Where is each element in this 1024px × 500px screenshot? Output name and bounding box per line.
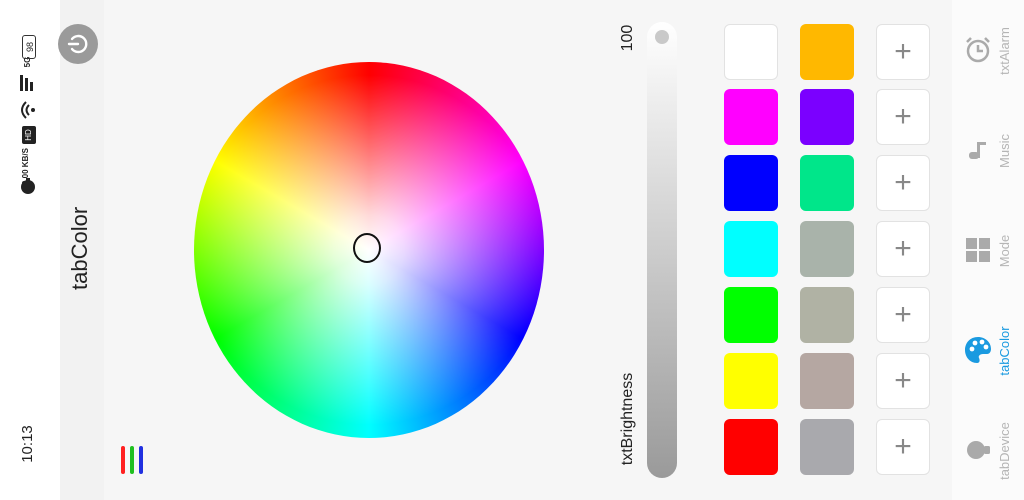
nav-item-label: tabDevice — [997, 422, 1012, 480]
add-color-button[interactable]: + — [876, 221, 930, 277]
color-swatch[interactable] — [800, 353, 854, 409]
plus-icon: + — [894, 166, 912, 199]
color-swatch[interactable] — [800, 221, 854, 277]
bulb-icon — [962, 434, 994, 466]
grid-icon — [962, 234, 994, 266]
palette-icon — [962, 334, 994, 366]
brightness-slider-thumb[interactable] — [655, 30, 669, 44]
rgb-icon[interactable] — [118, 444, 148, 476]
color-swatch[interactable] — [724, 24, 778, 80]
color-swatch[interactable] — [724, 221, 778, 277]
brightness-label: txtBrightness — [619, 372, 636, 466]
plus-icon: + — [894, 100, 912, 133]
color-swatch[interactable] — [800, 89, 854, 145]
color-swatch[interactable] — [724, 89, 778, 145]
nav-item-tabcolor[interactable]: tabColor — [952, 300, 1024, 400]
color-swatch[interactable] — [724, 287, 778, 343]
page-title: tabColor — [67, 206, 92, 290]
nav-item-label: Music — [997, 134, 1012, 168]
hd-icon: HD — [22, 126, 36, 144]
add-color-button[interactable]: + — [876, 155, 930, 211]
power-button[interactable] — [58, 24, 98, 64]
plus-icon: + — [894, 364, 912, 397]
status-bar: 10:13 0.00 KB/S HD 5G 98 — [0, 0, 60, 500]
color-swatch[interactable] — [800, 24, 854, 80]
color-swatch[interactable] — [724, 419, 778, 475]
nav-item-label: Mode — [997, 234, 1012, 268]
signal-icon — [20, 75, 33, 91]
nav-item-tabdevice[interactable]: tabDevice — [952, 400, 1024, 500]
plus-icon: + — [894, 232, 912, 265]
color-swatch[interactable] — [724, 155, 778, 211]
nav-item-label: txtAlarm — [997, 27, 1012, 75]
wifi-icon — [21, 101, 35, 119]
timer-icon — [21, 178, 35, 194]
add-color-button[interactable]: + — [876, 287, 930, 343]
add-color-button[interactable]: + — [876, 419, 930, 475]
plus-icon: + — [894, 298, 912, 331]
nav-item-txtalarm[interactable]: txtAlarm — [952, 0, 1024, 100]
nav-item-mode[interactable]: Mode — [952, 200, 1024, 300]
nav-item-music[interactable]: Music — [952, 100, 1024, 200]
battery-indicator: 98 — [22, 35, 36, 59]
alarm-clock-icon — [962, 34, 994, 66]
nav-item-label: tabColor — [997, 326, 1012, 376]
color-swatch[interactable] — [800, 419, 854, 475]
plus-icon: + — [894, 35, 912, 68]
add-color-button[interactable]: + — [876, 24, 930, 80]
brightness-value: 100 — [619, 24, 636, 52]
color-swatch[interactable] — [800, 287, 854, 343]
add-color-button[interactable]: + — [876, 89, 930, 145]
color-swatch[interactable] — [724, 353, 778, 409]
music-note-icon — [962, 134, 994, 166]
status-time: 10:13 — [19, 425, 36, 463]
plus-icon: + — [894, 430, 912, 463]
add-color-button[interactable]: + — [876, 353, 930, 409]
color-wheel-cursor[interactable] — [353, 233, 381, 263]
brightness-slider[interactable] — [647, 22, 677, 478]
color-swatch[interactable] — [800, 155, 854, 211]
power-icon — [67, 34, 88, 54]
